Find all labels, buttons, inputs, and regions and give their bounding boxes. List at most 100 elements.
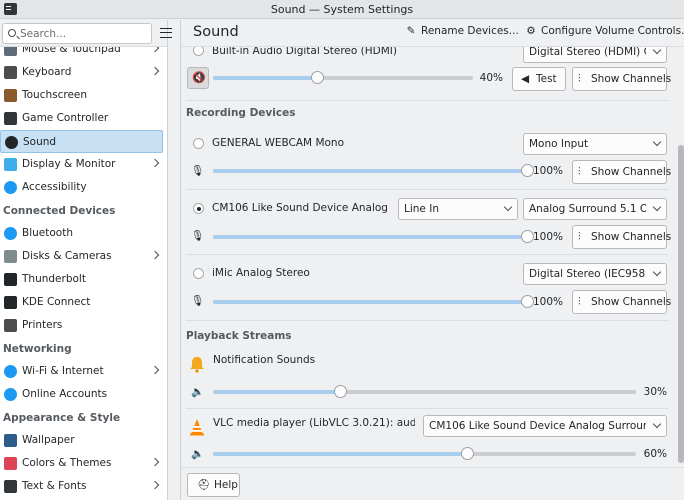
printer-icon	[4, 319, 17, 332]
configure-volume-controls-button[interactable]: ⚙ Configure Volume Controls...	[525, 25, 684, 37]
volume-slider[interactable]	[213, 164, 534, 177]
sidebar-item-label: Online Accounts	[22, 388, 108, 400]
chevron-right-icon	[150, 365, 160, 375]
window-title: Sound — System Settings	[270, 3, 414, 16]
content-scrollbar[interactable]	[678, 145, 684, 463]
playback-streams-heading: Playback Streams	[186, 330, 292, 342]
channels-icon: ⫶	[578, 296, 581, 308]
sidebar-item-colors-themes[interactable]: Colors & Themes	[0, 452, 163, 475]
device-name: Built-in Audio Digital Stereo (HDMI)	[212, 47, 397, 57]
monitor-icon	[4, 158, 17, 171]
profile-combobox[interactable]: Digital Stereo (HDMI) Output	[523, 47, 667, 63]
sidebar-item-label: Wi-Fi & Internet	[22, 365, 104, 377]
network-icon	[4, 365, 17, 378]
separator	[186, 189, 669, 190]
sidebar-item-thunderbolt[interactable]: Thunderbolt	[0, 268, 163, 291]
profile-combobox[interactable]: Digital Stereo (IEC958) Output	[523, 263, 667, 285]
bluetooth-icon	[4, 227, 17, 240]
speaker-icon: ◀	[521, 73, 530, 85]
chevron-right-icon	[150, 66, 160, 76]
volume-percent: 100%	[532, 231, 563, 243]
fonts-icon	[4, 480, 17, 493]
kdeconnect-icon	[4, 296, 17, 309]
sidebar-section-heading: Connected Devices	[0, 199, 167, 222]
gamepad-icon	[4, 112, 17, 125]
device-default-radio[interactable]	[193, 268, 204, 279]
section-heading-text: Networking	[3, 343, 72, 355]
device-name: GENERAL WEBCAM Mono	[212, 137, 345, 149]
thunderbolt-icon	[4, 273, 17, 286]
sidebar-item-text-fonts[interactable]: Text & Fonts	[0, 475, 163, 498]
footer: ⛑ Help	[181, 467, 684, 500]
sidebar-item-wallpaper[interactable]: Wallpaper	[0, 429, 163, 452]
sidebar-item-label: Text & Fonts	[22, 480, 87, 492]
chevron-right-icon	[150, 480, 160, 490]
port-combobox[interactable]: Line In	[398, 198, 518, 220]
search-input[interactable]	[20, 26, 148, 41]
volume-percent: 100%	[532, 296, 563, 308]
sidebar-item-touchscreen[interactable]: Touchscreen	[0, 84, 163, 107]
title-bar: Sound — System Settings	[0, 0, 684, 19]
output-device-combobox[interactable]: CM106 Like Sound Device Analog Surround …	[423, 415, 667, 437]
sidebar-item-sound[interactable]: Sound	[0, 130, 163, 153]
sidebar-item-printers[interactable]: Printers	[0, 314, 163, 337]
profile-combobox[interactable]: Mono Input	[523, 133, 667, 155]
sidebar-item-label: KDE Connect	[22, 296, 91, 308]
separator	[186, 320, 669, 321]
sidebar-item-disks-cameras[interactable]: Disks & Cameras	[0, 245, 163, 268]
volume-slider[interactable]	[213, 385, 636, 398]
search-field[interactable]	[2, 23, 152, 44]
profile-combobox[interactable]: Analog Surround 5.1 Output	[523, 198, 667, 220]
volume-percent: 100%	[532, 165, 563, 177]
device-default-radio[interactable]	[193, 138, 204, 149]
rename-devices-button[interactable]: ✎ Rename Devices...	[405, 25, 519, 37]
test-button[interactable]: ◀ Test	[512, 67, 566, 91]
sidebar-item-accessibility[interactable]: Accessibility	[0, 176, 163, 199]
volume-slider[interactable]	[213, 230, 534, 243]
sidebar-item-game-controller[interactable]: Game Controller	[0, 107, 163, 130]
sidebar-item-keyboard[interactable]: Keyboard	[0, 61, 163, 84]
sidebar-item-label: Game Controller	[22, 112, 109, 124]
show-channels-button[interactable]: ⫶ Show Channels	[572, 160, 671, 184]
sidebar-item-online-accounts[interactable]: Online Accounts	[0, 383, 163, 406]
separator	[186, 408, 669, 409]
sidebar-item-wi-fi-internet[interactable]: Wi-Fi & Internet	[0, 360, 163, 383]
sidebar-item-label: Accessibility	[22, 181, 87, 193]
show-channels-button[interactable]: ⫶ Show Channels	[572, 67, 671, 91]
volume-slider[interactable]	[213, 71, 473, 84]
volume-percent: 40%	[479, 72, 503, 84]
sidebar-nav: Mouse & Touchpad Keyboard Touchscreen Game …	[0, 38, 167, 498]
sidebar-item-label: Display & Monitor	[22, 158, 116, 170]
mute-button[interactable]: 🔇	[187, 67, 209, 89]
bell-icon	[188, 355, 206, 373]
device-default-radio[interactable]	[193, 203, 204, 214]
volume-percent: 60%	[643, 448, 667, 460]
help-button[interactable]: ⛑ Help	[187, 473, 240, 497]
sidebar-item-bluetooth[interactable]: Bluetooth	[0, 222, 163, 245]
separator	[186, 254, 669, 255]
help-icon: ⛑	[197, 479, 211, 491]
keyboard-icon	[4, 66, 17, 79]
section-heading-text: Appearance & Style	[3, 412, 121, 424]
sidebar-item-display-monitor[interactable]: Display & Monitor	[0, 153, 163, 176]
device-name: CM106 Like Sound Device Analog Surround …	[212, 202, 387, 214]
separator	[186, 100, 669, 101]
search-icon	[8, 29, 16, 37]
recording-devices-heading: Recording Devices	[186, 107, 296, 119]
show-channels-button[interactable]: ⫶ Show Channels	[572, 290, 671, 314]
palette-icon	[4, 457, 17, 470]
device-default-radio[interactable]	[193, 47, 204, 56]
volume-slider[interactable]	[213, 295, 534, 308]
volume-percent: 30%	[643, 386, 667, 398]
device-name: iMic Analog Stereo	[212, 267, 310, 279]
sidebar-item-kde-connect[interactable]: KDE Connect	[0, 291, 163, 314]
sidebar-item-label: Sound	[23, 136, 57, 148]
sound-content: Built-in Audio Digital Stereo (HDMI) Dig…	[181, 47, 684, 467]
sidebar-item-label: Colors & Themes	[22, 457, 112, 469]
volume-slider[interactable]	[213, 447, 636, 460]
chevron-right-icon	[150, 158, 160, 168]
show-channels-button[interactable]: ⫶ Show Channels	[572, 225, 671, 249]
sidebar-section-heading: Networking	[0, 337, 167, 360]
hamburger-menu-icon[interactable]	[160, 28, 172, 38]
speaker-icon: 🔈	[191, 386, 205, 398]
